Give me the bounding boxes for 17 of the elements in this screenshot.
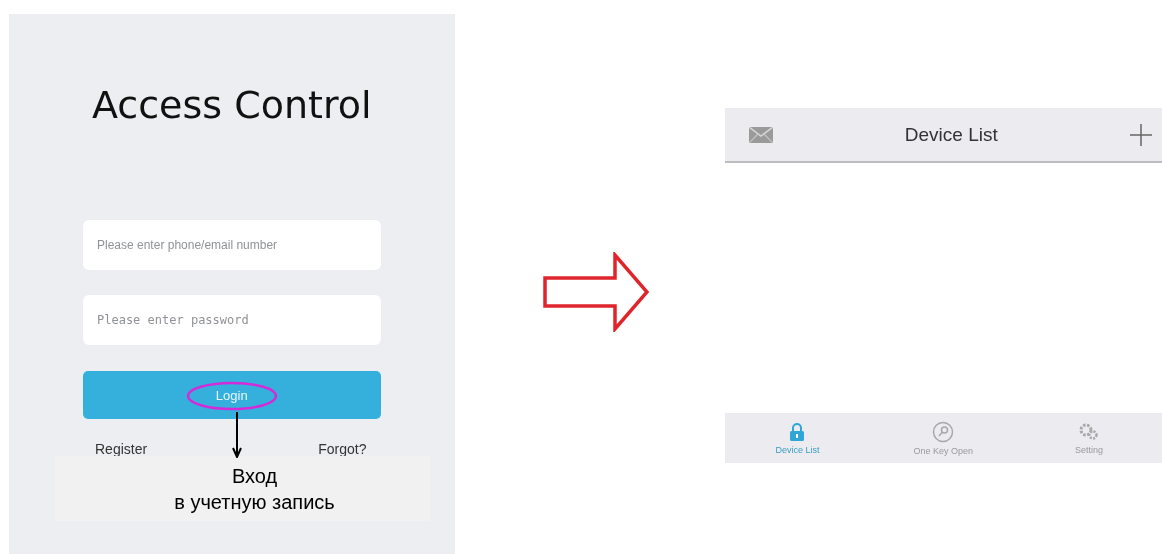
mail-icon[interactable] [748,126,773,143]
tab[interactable]: Device List [724,413,871,463]
screen-title: Device List [904,123,998,146]
down-arrow [232,412,242,458]
tab[interactable]: One Key Open [870,413,1017,463]
add-icon[interactable] [1130,123,1152,146]
gears-icon [1078,421,1101,442]
annotation-caption: Вход в учетную запись [55,456,430,521]
tab[interactable]: Setting [1016,413,1162,463]
key-icon [932,420,955,443]
register-link[interactable]: Register [95,441,148,457]
phone-email-field[interactable]: Please enter phone/email number [83,220,381,270]
app-title: Access Control [91,82,373,128]
login-button[interactable]: Login [83,371,381,419]
forgot-link[interactable]: Forgot? [318,441,367,457]
password-field[interactable]: Please enter password [83,295,381,345]
lock-icon [789,421,806,442]
